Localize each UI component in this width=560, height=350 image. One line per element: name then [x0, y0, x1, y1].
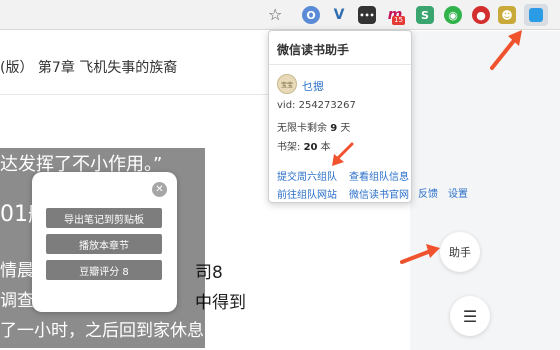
dots-icon[interactable]: ••• [358, 6, 376, 24]
export-notes-button[interactable]: 导出笔记到剪贴板 [46, 208, 162, 228]
weread-helper-extension-icon[interactable] [524, 4, 548, 26]
text-fragment: 了一小时，之后回到家休息 [0, 321, 204, 341]
feedback-link[interactable]: 反馈 [418, 185, 438, 200]
chapter-title: (版） 第7章 飞机失事的族裔 [0, 60, 178, 76]
helper-button[interactable]: 助手 [440, 232, 480, 272]
card-suffix: 天 [340, 123, 351, 134]
screen: ☆ O V ••• m 15 S ◉ ● ☻ (版） 第7章 飞机失事的族裔 司… [0, 0, 560, 350]
card-remaining: 无限卡剩余 9 天 [277, 119, 350, 134]
team-site-link[interactable]: 前往组队网站 [277, 186, 337, 201]
username-link[interactable]: 乜摁 [302, 78, 324, 94]
settings-link[interactable]: 设置 [448, 185, 468, 200]
play-chapter-button[interactable]: 播放本章节 [46, 234, 162, 254]
chat-icon[interactable]: ◉ [444, 6, 462, 24]
annotation-arrow [332, 142, 354, 166]
browser-toolbar: ☆ O V ••• m 15 S ◉ ● ☻ [0, 0, 560, 30]
divider [269, 64, 411, 65]
record-icon[interactable]: ● [472, 6, 490, 24]
card-days: 9 [330, 123, 338, 134]
view-team-link[interactable]: 查看组队信息 [349, 168, 409, 183]
shelf-number: 20 [303, 142, 318, 153]
monkey-icon[interactable]: ☻ [498, 6, 516, 24]
v-icon[interactable]: V [330, 6, 348, 24]
submit-team-link[interactable]: 提交周六组队 [277, 168, 337, 183]
weread-site-link[interactable]: 微信读书官网 [349, 186, 409, 201]
annotation-arrow [400, 244, 440, 264]
extension-popup: 微信读书助手 宝宝 乜摁 vid: 254273267 无限卡剩余 9 天 书架… [268, 30, 412, 203]
vid-label: vid: 254273267 [277, 100, 356, 111]
bookmark-star-icon[interactable]: ☆ [268, 5, 282, 24]
popup-title: 微信读书助手 [277, 43, 350, 57]
douban-rating-button[interactable]: 豆瓣评分 8 [46, 260, 162, 280]
card-prefix: 无限卡剩余 [277, 123, 327, 134]
s-icon[interactable]: S [416, 6, 434, 24]
menu-icon[interactable]: ☰ [450, 296, 490, 336]
annotation-arrow [490, 30, 522, 70]
notification-badge: 15 [392, 16, 405, 25]
shelf-prefix: 书架: [277, 142, 301, 153]
avatar: 宝宝 [277, 74, 297, 94]
shelf-count: 书架: 20 本 [277, 138, 331, 153]
selection-context-menu: ✕ 导出笔记到剪贴板 播放本章节 豆瓣评分 8 [32, 172, 177, 312]
opera-icon[interactable]: O [302, 6, 320, 24]
close-icon[interactable]: ✕ [152, 182, 167, 197]
